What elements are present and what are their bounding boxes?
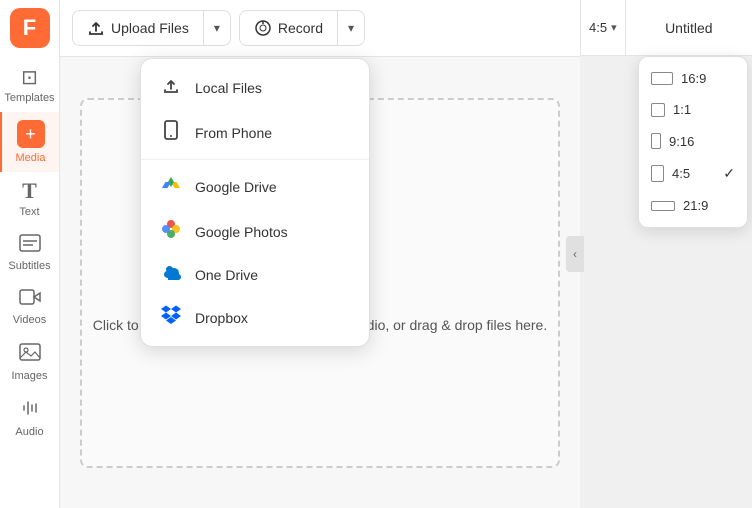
audio-icon: [20, 398, 40, 422]
collapse-panel-button[interactable]: ‹: [566, 236, 584, 272]
one-drive-icon: [159, 264, 183, 285]
sidebar-item-subtitles[interactable]: Subtitles: [0, 226, 59, 280]
record-main-button[interactable]: Record: [240, 11, 338, 45]
media-add-icon: +: [17, 120, 45, 148]
one-drive-label: One Drive: [195, 267, 258, 283]
from-phone-label: From Phone: [195, 125, 272, 141]
google-photos-label: Google Photos: [195, 224, 288, 240]
upload-dropdown: Local Files From Phone Google: [140, 58, 370, 347]
sidebar-item-label: Text: [19, 206, 39, 218]
sidebar-item-images[interactable]: Images: [0, 334, 59, 390]
google-drive-label: Google Drive: [195, 179, 277, 195]
dropbox-label: Dropbox: [195, 310, 248, 326]
ratio-icon-21-9: [651, 201, 675, 211]
aspect-option-9-16[interactable]: 9:16: [639, 125, 747, 157]
ratio-icon-9-16: [651, 133, 661, 149]
videos-icon: [19, 288, 41, 310]
selected-checkmark: ✓: [723, 165, 735, 182]
header-bar: 4:5 ▾ Untitled: [580, 0, 752, 56]
aspect-label-9-16: 9:16: [669, 134, 694, 149]
ratio-icon-4-5: [651, 165, 664, 182]
record-icon: [254, 19, 272, 37]
record-label: Record: [278, 20, 323, 36]
app-logo[interactable]: F: [10, 8, 50, 48]
local-files-option[interactable]: Local Files: [141, 65, 369, 110]
upload-label: Upload Files: [111, 20, 189, 36]
upload-caret-button[interactable]: ▾: [204, 13, 230, 43]
record-button-group[interactable]: Record ▾: [239, 10, 365, 46]
google-drive-icon: [159, 174, 183, 199]
sidebar-item-text[interactable]: T Text: [0, 172, 59, 226]
right-panel: 4:5 ▾ Untitled 16:9 1:1 9:16: [580, 0, 752, 508]
dropbox-option[interactable]: Dropbox: [141, 295, 369, 340]
upload-icon: [87, 19, 105, 37]
local-files-icon: [159, 75, 183, 100]
aspect-option-4-5[interactable]: 4:5 ✓: [639, 157, 747, 190]
sidebar-item-label: Templates: [4, 92, 54, 104]
sidebar-item-label: Media: [16, 152, 46, 164]
aspect-ratio-dropdown: 16:9 1:1 9:16 4:5 ✓ 21:9: [638, 56, 748, 228]
upload-main-button[interactable]: Upload Files: [73, 11, 204, 45]
sidebar-item-videos[interactable]: Videos: [0, 280, 59, 334]
subtitles-icon: [19, 234, 41, 256]
aspect-option-21-9[interactable]: 21:9: [639, 190, 747, 221]
record-caret-button[interactable]: ▾: [338, 13, 364, 43]
sidebar-item-label: Images: [11, 370, 47, 382]
sidebar-item-label: Subtitles: [8, 260, 50, 272]
aspect-label-21-9: 21:9: [683, 198, 708, 213]
upload-button-group[interactable]: Upload Files ▾: [72, 10, 231, 46]
google-photos-icon: [159, 219, 183, 244]
document-title[interactable]: Untitled: [626, 20, 752, 36]
aspect-option-1-1[interactable]: 1:1: [639, 94, 747, 125]
dropbox-icon: [159, 305, 183, 330]
aspect-option-16-9[interactable]: 16:9: [639, 63, 747, 94]
aspect-dropdown-chevron: ▾: [611, 21, 617, 34]
aspect-ratio-label: 4:5: [589, 20, 607, 35]
aspect-label-16-9: 16:9: [681, 71, 706, 86]
sidebar-item-templates[interactable]: ⊡ Templates: [0, 60, 59, 112]
aspect-ratio-button[interactable]: 4:5 ▾: [581, 0, 626, 55]
sidebar-item-media[interactable]: + Media: [0, 112, 59, 172]
sidebar-item-label: Videos: [13, 314, 46, 326]
google-drive-option[interactable]: Google Drive: [141, 164, 369, 209]
images-icon: [19, 342, 41, 366]
main-area: Upload Files ▾ Record ▾: [60, 0, 580, 508]
phone-icon: [159, 120, 183, 145]
aspect-label-4-5: 4:5: [672, 166, 690, 181]
sidebar-item-audio[interactable]: Audio: [0, 390, 59, 446]
from-phone-option[interactable]: From Phone: [141, 110, 369, 155]
text-icon: T: [22, 180, 37, 202]
sidebar: F ⊡ Templates + Media T Text Subtitles V: [0, 0, 60, 508]
google-photos-option[interactable]: Google Photos: [141, 209, 369, 254]
divider-1: [141, 159, 369, 160]
sidebar-item-label: Audio: [15, 426, 43, 438]
ratio-icon-16-9: [651, 72, 673, 85]
aspect-label-1-1: 1:1: [673, 102, 691, 117]
ratio-icon-1-1: [651, 103, 665, 117]
local-files-label: Local Files: [195, 80, 262, 96]
templates-icon: ⊡: [21, 68, 38, 88]
one-drive-option[interactable]: One Drive: [141, 254, 369, 295]
toolbar: Upload Files ▾ Record ▾: [60, 0, 580, 57]
